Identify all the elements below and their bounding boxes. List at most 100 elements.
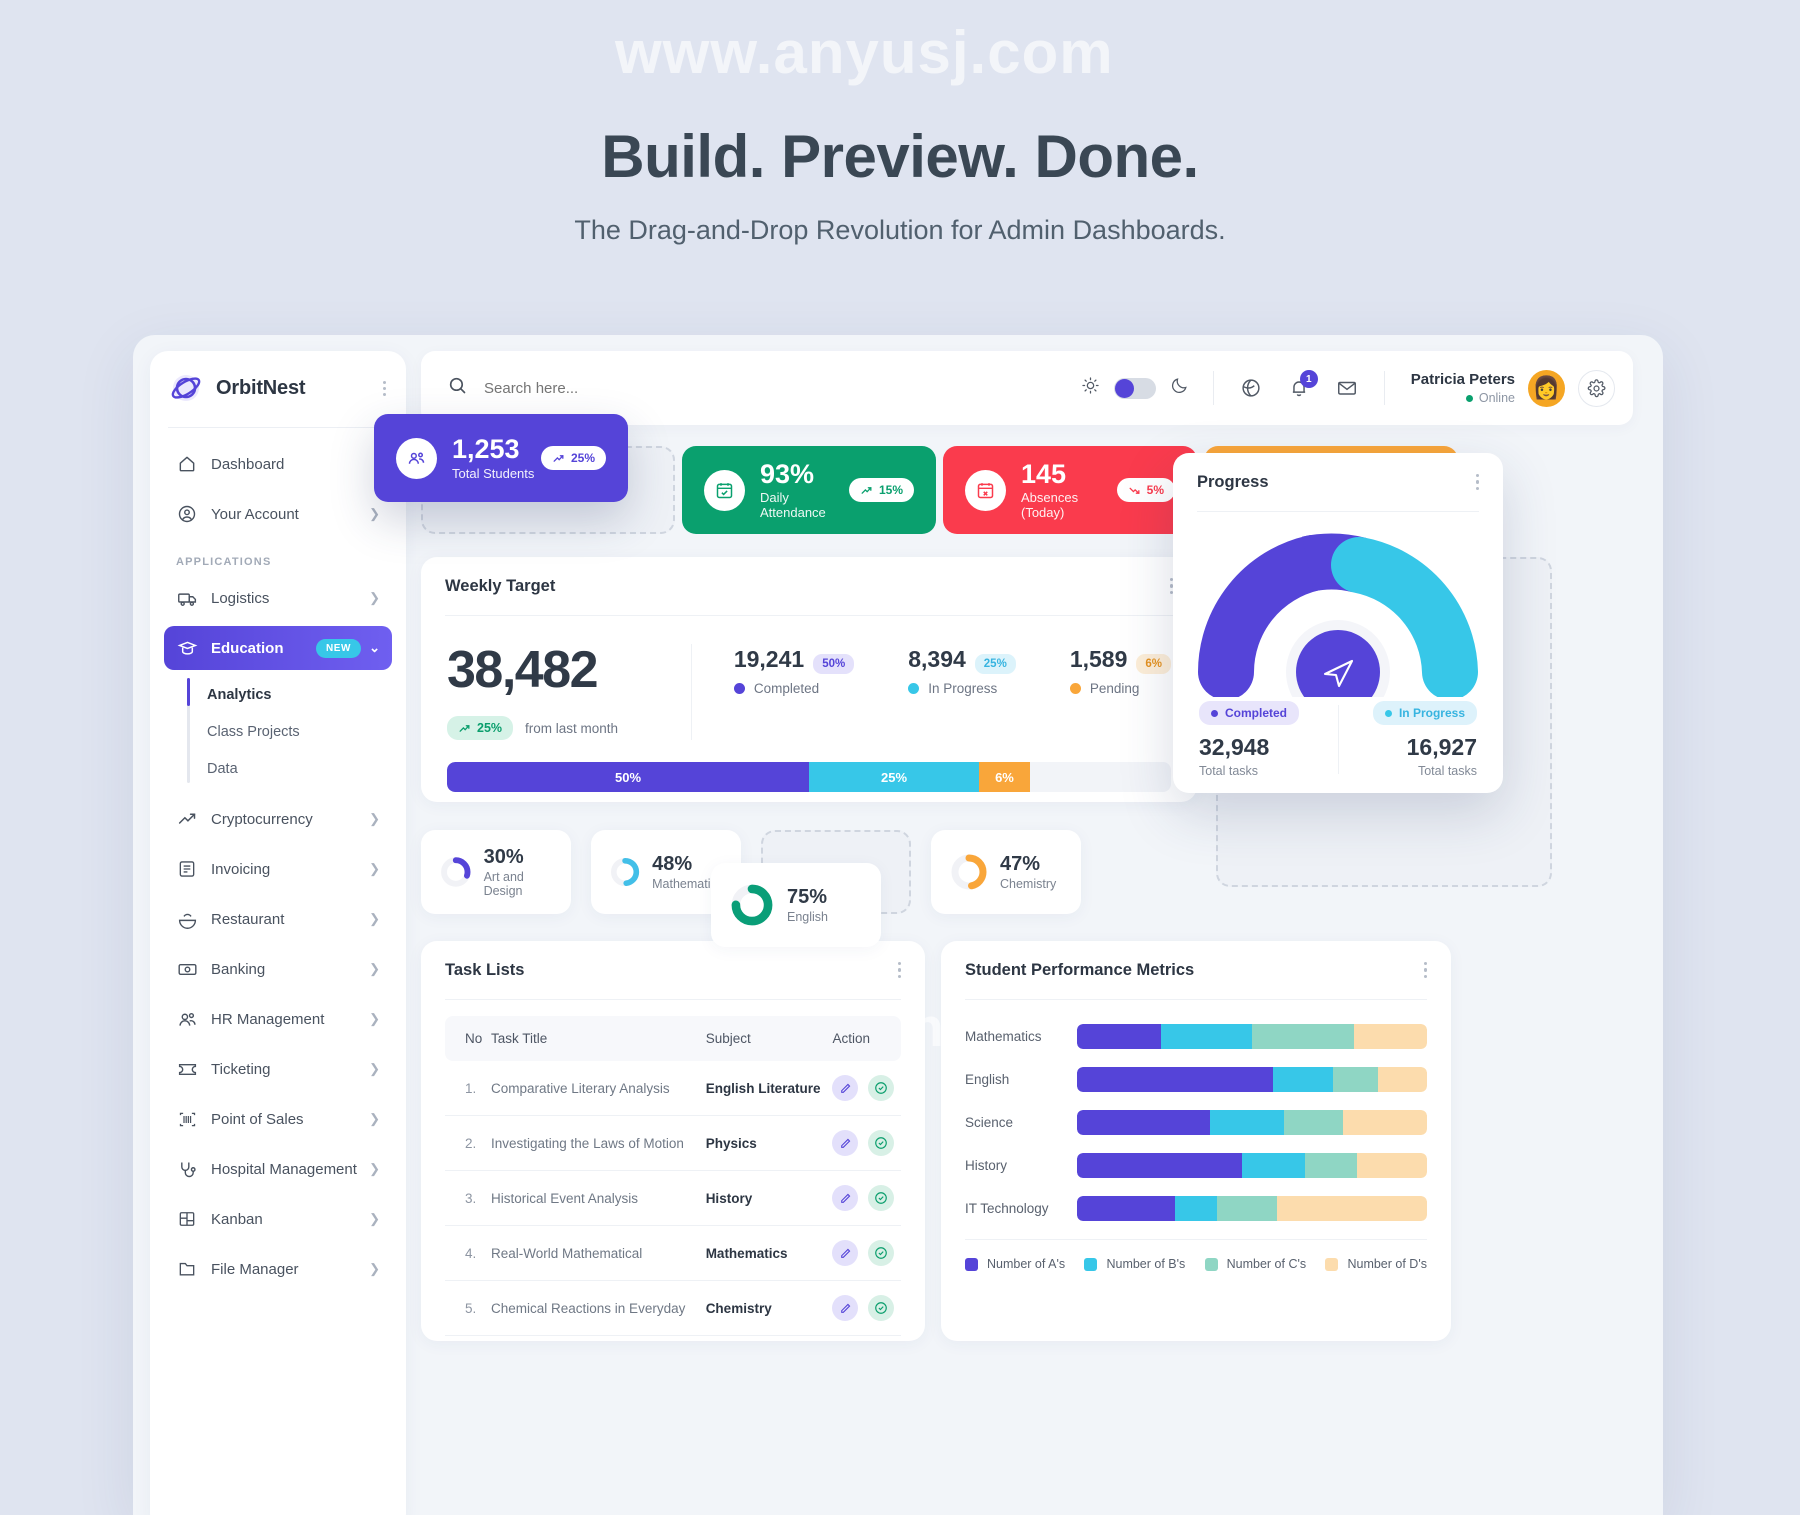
cell-subject: Physics [705,1115,833,1171]
sidebar-item-your-account[interactable]: Your Account ❯ [164,492,392,536]
cell-task: Historical Event Analysis [491,1170,706,1226]
sidebar-subitem-analytics[interactable]: Analytics [207,676,392,713]
check-circle-icon[interactable] [868,1075,895,1101]
sidebar-menu-icon[interactable] [383,378,386,399]
sidebar-item-point-of-sales[interactable]: Point of Sales ❯ [164,1097,392,1141]
dark-mode-toggle[interactable] [1113,377,1156,399]
sidebar-item-hr-management[interactable]: HR Management ❯ [164,997,392,1041]
bell-icon[interactable]: 1 [1288,370,1318,399]
brand[interactable]: OrbitNest [150,351,406,425]
user-status: Online [1411,391,1515,405]
subject-card-english[interactable]: 75% English [711,863,881,947]
chevron-down-icon[interactable]: ⌄ [369,640,380,656]
check-circle-icon[interactable] [868,1130,895,1156]
sidebar-item-education[interactable]: Education NEW ⌄ [164,626,392,670]
students-icon [396,437,437,479]
search-box[interactable] [421,375,1057,401]
notification-badge: 1 [1299,370,1318,388]
trending-up-icon [176,808,198,830]
edit-icon[interactable] [832,1130,859,1156]
sidebar-item-ticketing[interactable]: Ticketing ❯ [164,1047,392,1091]
edit-icon[interactable] [832,1075,859,1101]
sun-icon[interactable] [1081,376,1100,400]
edit-icon[interactable] [832,1240,859,1266]
legend-dot-icon [1069,683,1081,694]
sidebar-item-label: Invoicing [211,860,271,878]
sidebar-item-label: Restaurant [211,910,285,928]
bar-segment-a [1077,1153,1242,1178]
stat-value: 93% [760,458,815,489]
search-input[interactable] [484,379,864,397]
bar-segment-a [1077,1024,1161,1049]
edit-icon[interactable] [832,1185,859,1211]
check-circle-icon[interactable] [868,1185,895,1211]
check-circle-icon[interactable] [868,1240,895,1266]
gear-icon[interactable] [1578,369,1615,407]
trend-up-icon [459,724,470,732]
sidebar-item-logistics[interactable]: Logistics ❯ [164,576,392,620]
subject-card-art-and-design[interactable]: 30% Art and Design [421,830,571,914]
stat-delta: 15% [878,483,903,497]
bar-label: IT Technology [965,1201,1049,1216]
panel-menu-icon[interactable] [1423,959,1427,981]
chevron-right-icon: ❯ [369,590,380,605]
legend-label: In Progress [928,681,998,696]
stat-card-absences[interactable]: 145 Absences (Today) 5% [943,446,1197,534]
bar-track [1077,1024,1427,1049]
sidebar-subitem-class-projects[interactable]: Class Projects [207,713,392,750]
table-row[interactable]: 4. Real-World Mathematical Mathematics [445,1225,901,1281]
legend-label-row: Pending [1069,681,1171,696]
sidebar-item-cryptocurrency[interactable]: Cryptocurrency ❯ [164,797,392,841]
online-dot-icon [1465,394,1473,402]
barcode-icon [176,1108,198,1130]
subject-card-chemistry[interactable]: 47% Chemistry [931,830,1081,914]
sidebar-item-file-manager[interactable]: File Manager ❯ [164,1247,392,1291]
legend-item-c: Number of C's [1204,1257,1306,1271]
check-circle-icon[interactable] [868,1295,895,1321]
panel-title: Weekly Target [445,576,556,595]
stat-delta-badge: 15% [848,478,914,502]
moon-icon[interactable] [1170,376,1189,400]
sidebar-item-invoicing[interactable]: Invoicing ❯ [164,847,392,891]
avatar[interactable]: 👩 [1528,369,1565,407]
subject-pct: 75% [787,886,828,908]
progress-panel: Progress Completed 32,948 Total tasks In… [1173,453,1503,793]
table-row[interactable]: 5. Chemical Reactions in Everyday Chemis… [445,1280,901,1336]
stat-card-daily-attendance[interactable]: 93% Daily Attendance 15% [682,446,936,534]
search-icon [447,375,468,401]
table-row[interactable]: 2. Investigating the Laws of Motion Phys… [445,1115,901,1171]
sidebar-subitem-data[interactable]: Data [207,750,392,787]
legend-pending: 1,589 6% Pending [1069,646,1171,740]
globe-icon[interactable] [1240,377,1262,399]
table-row[interactable]: 1. Comparative Literary Analysis English… [445,1061,901,1116]
cell-no: 3. [445,1170,491,1226]
legend-swatch-icon [965,1257,978,1271]
panel-menu-icon[interactable] [1475,471,1479,493]
panel-menu-icon[interactable] [897,959,901,981]
gauge-chart [1198,533,1478,729]
table-body: 1. Comparative Literary Analysis English… [445,1061,901,1336]
sidebar-item-hospital-management[interactable]: Hospital Management ❯ [164,1147,392,1191]
bar-segment-d [1378,1067,1427,1092]
bar-segment-a [1077,1067,1273,1092]
mail-icon[interactable] [1336,377,1358,399]
legend-label: Number of A's [987,1257,1066,1271]
edit-icon[interactable] [832,1295,859,1321]
bar-segment-d [1343,1110,1427,1135]
bar-segment-b [1175,1196,1217,1221]
column-header-no: No [445,1016,491,1061]
folder-icon [176,1258,198,1280]
subject-name: English [787,910,828,924]
calendar-check-icon [704,469,745,511]
task-table: No Task Title Subject Action 1. Comparat… [445,1016,901,1336]
bar-label: Mathematics [965,1029,1042,1044]
sidebar-item-restaurant[interactable]: Restaurant ❯ [164,897,392,941]
user-menu[interactable]: Patricia Peters Online 👩 [1385,369,1633,407]
sidebar-section-label: APPLICATIONS [176,556,272,568]
stat-card-total-students[interactable]: 1,253 Total Students 25% [374,414,628,502]
sidebar-item-banking[interactable]: Banking ❯ [164,947,392,991]
sidebar-item-kanban[interactable]: Kanban ❯ [164,1197,392,1241]
sidebar-item-dashboard[interactable]: Dashboard [164,442,392,486]
legend-swatch-icon [1325,1257,1339,1271]
table-row[interactable]: 3. Historical Event Analysis History [445,1170,901,1226]
